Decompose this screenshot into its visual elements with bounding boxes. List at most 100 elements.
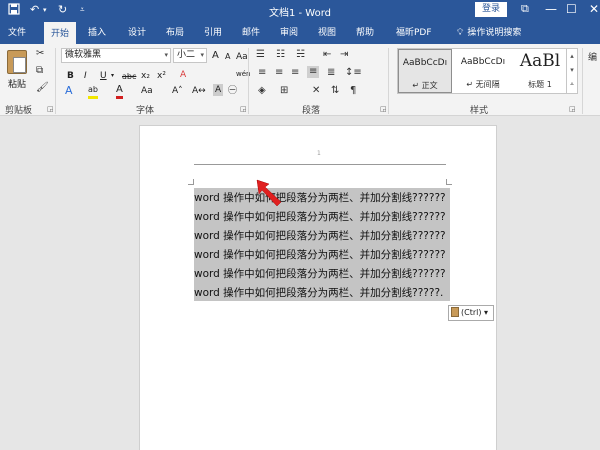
style-name: ↵ 无间隔 [466, 80, 500, 89]
pointer-arrow-icon [256, 179, 282, 207]
tab-view[interactable]: 视图 [318, 25, 336, 38]
paragraph-line[interactable]: word 操作中如何把段落分为两栏、并加分割线?????. [194, 284, 443, 303]
paste-icon[interactable] [7, 50, 27, 74]
tab-insert[interactable]: 插入 [88, 25, 106, 38]
clipboard-group-label: 剪贴板 [5, 106, 33, 116]
tab-references[interactable]: 引用 [204, 25, 222, 38]
style-name: ↵ 正文 [412, 81, 438, 90]
paragraph-line[interactable]: word 操作中如何把段落分为两栏、并加分割线?????? [194, 208, 446, 227]
tab-review[interactable]: 审阅 [280, 25, 298, 38]
font-name-value: 微软雅黑 [65, 50, 102, 60]
grow-shrink-icon[interactable]: A˄ [172, 85, 183, 97]
font-name-combo[interactable]: 微软雅黑 ▾ [61, 48, 171, 63]
paragraph-line[interactable]: word 操作中如何把段落分为两栏、并加分割线?????? [194, 265, 446, 284]
char-spacing-icon[interactable]: A↔ [192, 85, 206, 97]
tab-layout[interactable]: 布局 [166, 25, 184, 38]
enclose-char-icon[interactable]: ㊀ [228, 85, 237, 97]
styles-gallery: AaBbCcDı ↵ 正文 AaBbCcDı ↵ 无间隔 AaBl 标题 1 [397, 48, 577, 94]
chevron-down-icon: ▾ [164, 51, 168, 59]
clear-format-icon[interactable]: A [180, 69, 186, 81]
style-no-spacing[interactable]: AaBbCcDı ↵ 无间隔 [454, 49, 512, 93]
clipboard-launcher-icon[interactable]: ◲ [47, 105, 54, 113]
paragraph-line[interactable]: word 操作中如何把段落分为两栏、并加分割线?????? [194, 246, 446, 265]
line-spacing-icon[interactable]: ↕≡ [345, 67, 362, 79]
asian-layout-icon[interactable]: ✕ [312, 85, 320, 97]
minimize-button[interactable]: — [545, 1, 557, 17]
style-normal[interactable]: AaBbCcDı ↵ 正文 [398, 49, 452, 93]
paste-options-label: (Ctrl) ▾ [461, 308, 489, 317]
bold-button[interactable]: B [67, 70, 74, 82]
text-effects-icon[interactable]: A [65, 85, 73, 97]
paragraph-line[interactable]: word 操作中如何把段落分为两栏、并加分割线?????? [194, 189, 446, 208]
format-painter-icon[interactable]: 🖌︎ [36, 82, 49, 94]
margin-corner-right [446, 179, 452, 185]
paragraph-launcher-icon[interactable]: ◲ [380, 105, 387, 113]
grow-font-icon[interactable]: A [212, 50, 219, 62]
decrease-indent-icon[interactable]: ⇤ [323, 49, 331, 61]
tell-me-search[interactable]: 💡︎ 操作说明搜索 [453, 25, 521, 38]
document-area: 1 word 操作中如何把段落分为两栏、并加分割线?????? word 操作中… [0, 117, 600, 450]
copy-icon[interactable]: ⧉ [36, 65, 43, 77]
font-color-icon[interactable]: A [116, 84, 123, 99]
strikethrough-button[interactable]: abc [122, 71, 136, 83]
sort-icon[interactable]: ⇅ [331, 85, 339, 97]
login-button[interactable]: 登录 [475, 2, 507, 17]
justify-icon[interactable]: ≡ [307, 66, 320, 78]
show-marks-icon[interactable]: ¶ [350, 85, 356, 97]
superscript-button[interactable]: x² [157, 70, 166, 82]
style-sample: AaBbCcDı [460, 57, 506, 67]
tab-home[interactable]: 开始 [44, 22, 77, 44]
document-page[interactable]: 1 word 操作中如何把段落分为两栏、并加分割线?????? word 操作中… [139, 125, 497, 450]
tab-file[interactable]: 文件 [8, 25, 26, 38]
italic-button[interactable]: I [84, 70, 87, 82]
close-button[interactable]: ✕ [589, 1, 599, 17]
align-right-icon[interactable]: ≡ [291, 67, 299, 79]
underline-button[interactable]: U [100, 70, 107, 82]
header-mark: 1 [317, 150, 321, 157]
tab-help[interactable]: 帮助 [356, 25, 374, 38]
maximize-button[interactable]: ☐ [566, 1, 577, 17]
chevron-down-icon: ▾ [200, 51, 204, 59]
tab-foxit-pdf[interactable]: 福昕PDF [396, 25, 432, 38]
highlight-icon[interactable]: ab [88, 84, 98, 99]
chevron-up-icon[interactable]: ▴ [567, 49, 577, 63]
paste-button[interactable]: 粘贴 [8, 77, 26, 90]
font-group-label: 字体 [136, 106, 155, 116]
tab-design[interactable]: 设计 [128, 25, 146, 38]
more-styles-icon[interactable]: ⩡ [567, 77, 577, 91]
bullets-icon[interactable]: ☰ [256, 49, 265, 61]
styles-group-label: 样式 [470, 106, 489, 116]
font-launcher-icon[interactable]: ◲ [240, 105, 247, 113]
edit-group-label[interactable]: 编 [588, 52, 597, 64]
paste-options-button[interactable]: (Ctrl) ▾ [448, 305, 494, 321]
font-case-icon[interactable]: Aa [141, 85, 153, 97]
increase-indent-icon[interactable]: ⇥ [340, 49, 348, 61]
chevron-down-icon[interactable]: ▾ [111, 70, 114, 82]
align-left-icon[interactable]: ≡ [258, 67, 266, 79]
shading-icon[interactable]: ◈ [258, 85, 266, 97]
numbering-icon[interactable]: ☷ [276, 49, 285, 61]
chevron-down-icon[interactable]: ▾ [567, 63, 577, 77]
clipboard-icon [451, 307, 459, 317]
tab-mailings[interactable]: 邮件 [242, 25, 260, 38]
separator [248, 48, 249, 114]
font-size-combo[interactable]: 小二 ▾ [173, 48, 207, 63]
styles-launcher-icon[interactable]: ◲ [569, 105, 576, 113]
gallery-scroll[interactable]: ▴ ▾ ⩡ [566, 48, 578, 94]
paragraph-line[interactable]: word 操作中如何把段落分为两栏、并加分割线?????? [194, 227, 446, 246]
character-shading-icon[interactable]: A [213, 84, 224, 96]
multilevel-list-icon[interactable]: ☵ [296, 49, 305, 61]
restore-icon[interactable]: ⧉ [521, 1, 529, 17]
borders-icon[interactable]: ⊞ [280, 85, 288, 97]
align-center-icon[interactable]: ≡ [275, 67, 283, 79]
change-case-icon[interactable]: Aa [236, 51, 248, 63]
subscript-button[interactable]: x₂ [141, 70, 150, 82]
cut-icon[interactable]: ✂ [36, 48, 44, 60]
paragraph-group-label: 段落 [302, 106, 321, 116]
shrink-font-icon[interactable]: A [225, 51, 230, 63]
style-heading-1[interactable]: AaBl 标题 1 [514, 49, 566, 93]
window-title: 文档1 - Word [268, 8, 332, 19]
distributed-icon[interactable]: ≣ [327, 67, 335, 79]
style-sample: AaBbCcDı [402, 58, 448, 68]
header-line [194, 164, 446, 165]
